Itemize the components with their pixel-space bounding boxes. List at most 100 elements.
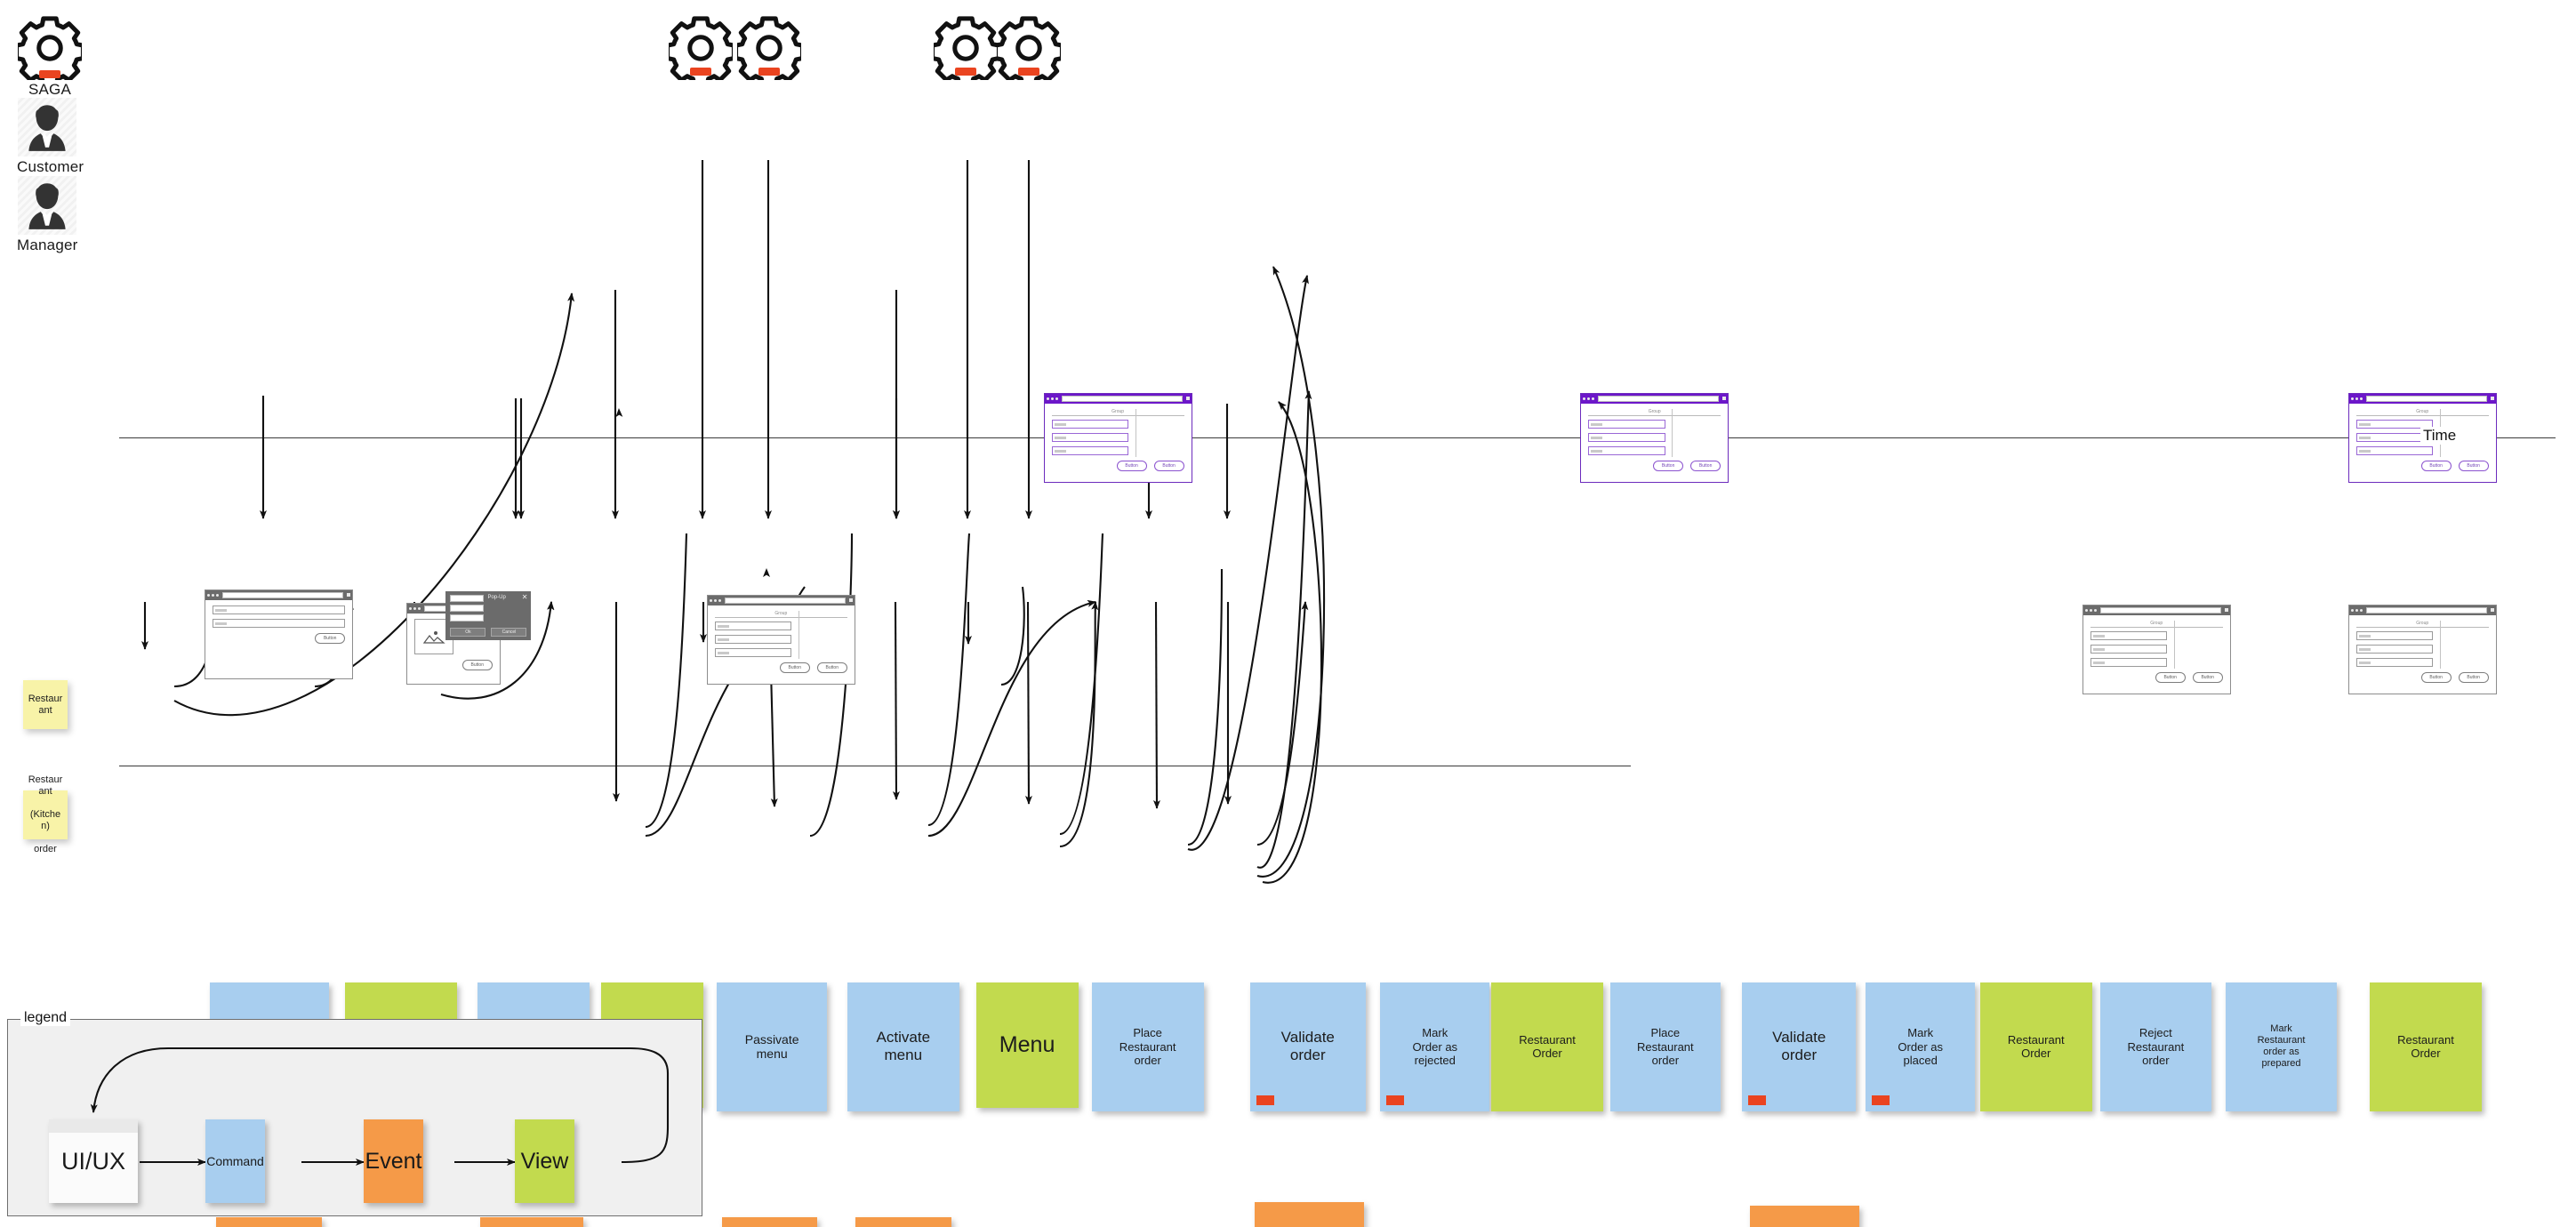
mock-button[interactable]: Button — [2420, 671, 2452, 683]
command-note-c8[interactable]: Place Restaurant order — [1609, 982, 1721, 1111]
close-icon[interactable] — [1722, 397, 1727, 401]
close-icon[interactable]: ✕ — [522, 593, 528, 601]
back-icon[interactable] — [2350, 608, 2354, 612]
event-note-e1[interactable]: Restaurantcreated — [216, 1216, 323, 1227]
aggregate-restaurant[interactable]: Restaurant — [23, 680, 68, 729]
close-icon[interactable] — [2490, 608, 2494, 613]
mock-button[interactable]: Button — [315, 632, 346, 644]
back-icon[interactable] — [2084, 608, 2088, 612]
reload-icon[interactable] — [1055, 397, 1058, 400]
mock-text-field[interactable] — [2090, 630, 2168, 640]
mock-button[interactable]: Button — [461, 659, 493, 670]
mock-button[interactable]: Button — [1690, 460, 1721, 471]
mock-text-field[interactable] — [213, 605, 346, 614]
reload-icon[interactable] — [2093, 608, 2097, 612]
event-note-e6[interactable]: OrderValidatedwith success — [1750, 1205, 1860, 1227]
reload-icon[interactable] — [216, 593, 220, 597]
mock-text-field[interactable] — [714, 647, 792, 657]
back-icon[interactable] — [207, 593, 211, 597]
event-note-e3[interactable]: Menupassivated — [721, 1216, 818, 1227]
mock-text-field[interactable] — [1588, 445, 1665, 455]
mock-url-bar[interactable] — [2365, 395, 2487, 402]
ui-mockup-m4[interactable]: Group Button Button — [1043, 392, 1192, 484]
mock-text-field[interactable] — [1051, 419, 1129, 429]
mock-url-bar[interactable] — [1061, 395, 1183, 402]
close-icon[interactable] — [1185, 397, 1190, 401]
back-icon[interactable] — [2350, 397, 2354, 400]
legend-item-ui-ux[interactable]: UI/UX — [49, 1119, 138, 1203]
mock-url-bar[interactable] — [2365, 606, 2487, 614]
mock-button[interactable]: Button — [2458, 460, 2489, 471]
close-icon[interactable] — [2224, 608, 2228, 613]
mock-text-field[interactable] — [1588, 432, 1665, 442]
mock-url-bar[interactable] — [724, 597, 846, 604]
command-note-c6[interactable]: Validate order — [1249, 982, 1366, 1111]
mock-popup-field[interactable] — [450, 614, 485, 622]
event-note-e2[interactable]: Menuchanged — [480, 1216, 583, 1227]
ui-mockup-m2[interactable]: Button Pop-Up Ok Cancel ✕ — [405, 590, 532, 685]
mock-text-field[interactable] — [2355, 630, 2434, 640]
forward-icon[interactable] — [413, 606, 416, 610]
event-note-e4[interactable]: Menuactivated — [855, 1216, 951, 1227]
legend-item-view[interactable]: View — [515, 1119, 574, 1203]
mock-text-field[interactable] — [714, 634, 792, 644]
ui-mockup-m6[interactable]: Group Button Button — [2082, 604, 2231, 694]
mock-text-field[interactable] — [2090, 644, 2168, 654]
ui-mockup-m1[interactable]: Button — [205, 589, 354, 680]
mock-button[interactable]: Button — [2420, 460, 2452, 471]
event-note-e5[interactable]: OrderValidatedwith error — [1255, 1201, 1364, 1227]
forward-icon[interactable] — [2089, 608, 2092, 612]
back-icon[interactable] — [408, 606, 412, 610]
mock-popup-field[interactable] — [450, 604, 485, 612]
mock-popup-field[interactable] — [450, 594, 485, 602]
mock-button[interactable]: Button — [2458, 671, 2489, 683]
reload-icon[interactable] — [417, 606, 421, 610]
mock-button[interactable]: Button — [1653, 460, 1684, 471]
mock-url-bar[interactable] — [222, 591, 344, 598]
command-note-c3[interactable]: Passivate menu — [716, 982, 828, 1111]
mock-text-field[interactable] — [2355, 445, 2434, 455]
mock-popup-cancel-button[interactable]: Cancel — [491, 627, 527, 637]
mock-text-field[interactable] — [714, 621, 792, 630]
command-note-c10[interactable]: Mark Order as placed — [1866, 982, 1976, 1111]
command-note-c5[interactable]: Place Restaurant order — [1091, 982, 1204, 1111]
mock-button[interactable]: Button — [779, 662, 810, 673]
legend-item-command[interactable]: Command — [205, 1119, 265, 1203]
forward-icon[interactable] — [1050, 397, 1054, 400]
forward-icon[interactable] — [212, 593, 215, 597]
command-note-c11[interactable]: Reject Restaurant order — [2100, 982, 2211, 1111]
forward-icon[interactable] — [2355, 608, 2358, 612]
mock-text-field[interactable] — [1588, 419, 1665, 429]
view-note-v6[interactable]: Restaurant Order — [2369, 982, 2483, 1111]
command-note-c12[interactable]: Mark Restaurant order as prepared — [2226, 982, 2337, 1111]
mock-popup-dialog[interactable]: Pop-Up Ok Cancel ✕ — [445, 590, 532, 640]
mock-button[interactable]: Button — [2192, 671, 2223, 683]
mock-url-bar[interactable] — [2099, 606, 2221, 614]
mock-button[interactable]: Button — [816, 662, 847, 673]
ui-mockup-m5[interactable]: Group Button Button — [1580, 392, 1729, 484]
mock-text-field[interactable] — [2355, 657, 2434, 667]
mock-text-field[interactable] — [2355, 644, 2434, 654]
mock-text-field[interactable] — [2090, 657, 2168, 667]
mock-button[interactable]: Button — [1153, 460, 1184, 471]
command-note-c9[interactable]: Validate order — [1742, 982, 1857, 1111]
forward-icon[interactable] — [1587, 397, 1591, 400]
ui-mockup-m8[interactable]: Group Button Button — [2347, 604, 2497, 694]
command-note-c7[interactable]: Mark Order as rejected — [1380, 982, 1490, 1111]
view-note-v5[interactable]: Restaurant Order — [1979, 982, 2092, 1111]
mock-button[interactable]: Button — [1116, 460, 1147, 471]
mock-popup-ok-button[interactable]: Ok — [450, 627, 486, 637]
reload-icon[interactable] — [2359, 608, 2363, 612]
back-icon[interactable] — [1583, 397, 1586, 400]
mock-button[interactable]: Button — [2155, 671, 2186, 683]
back-icon[interactable] — [709, 598, 712, 602]
command-note-c4[interactable]: Activate menu — [847, 982, 959, 1111]
view-note-v4[interactable]: Restaurant Order — [1490, 982, 1604, 1111]
view-note-v3[interactable]: Menu — [975, 982, 1079, 1109]
back-icon[interactable] — [1046, 397, 1049, 400]
mock-url-bar[interactable] — [1598, 395, 1720, 402]
close-icon[interactable] — [347, 593, 351, 597]
reload-icon[interactable] — [1592, 397, 1595, 400]
legend-item-event[interactable]: Event — [364, 1119, 423, 1203]
ui-mockup-m3[interactable]: Group Button Button — [706, 594, 855, 685]
